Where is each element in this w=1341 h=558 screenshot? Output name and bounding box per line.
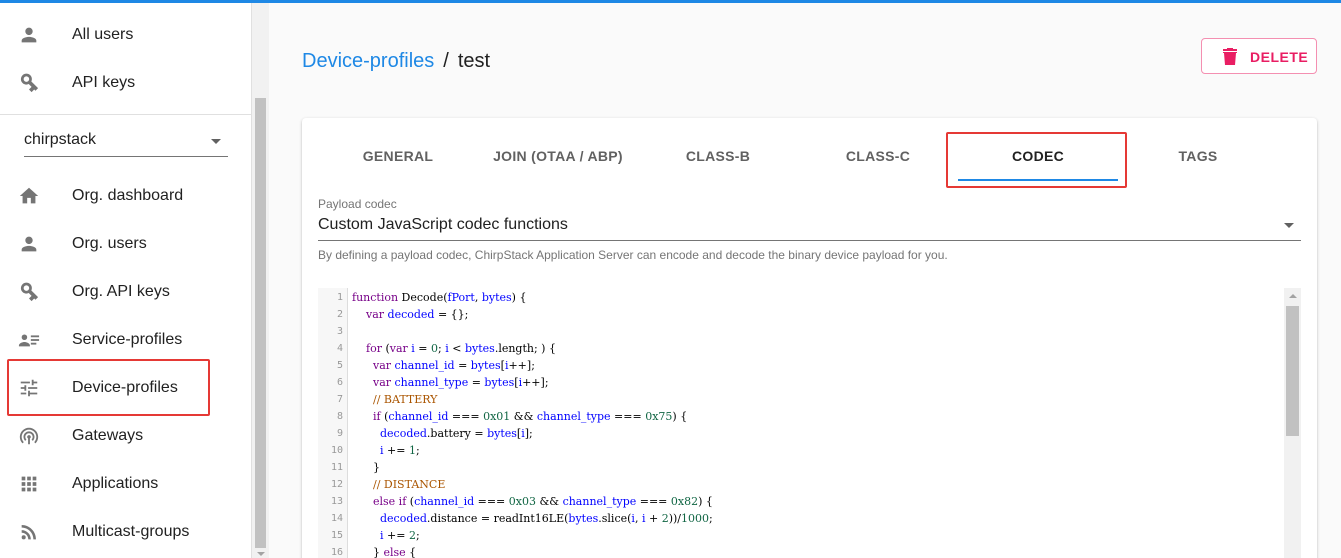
trash-icon (1222, 47, 1238, 65)
breadcrumb: Device-profiles / test (302, 50, 490, 73)
sidebar-item-label: Gateways (72, 427, 144, 444)
code-line[interactable]: function Decode(fPort, bytes) { (352, 291, 526, 304)
sidebar-item-label: Org. users (72, 235, 147, 252)
tab-class-b[interactable]: CLASS-B (638, 132, 798, 180)
active-tab-indicator (958, 179, 1118, 181)
code-line[interactable]: else if (channel_id === 0x03 && channel_… (352, 495, 713, 508)
payload-codec-value: Custom JavaScript codec functions (318, 216, 568, 233)
sidebar-item-label: Device-profiles (72, 379, 178, 396)
key-icon (18, 72, 40, 94)
editor-scrollbar-thumb[interactable] (1286, 306, 1299, 436)
tab-codec[interactable]: CODEC (958, 132, 1118, 180)
line-number: 10 (330, 445, 343, 456)
code-line[interactable]: decoded.battery = bytes[i]; (352, 427, 533, 440)
line-number: 4 (336, 343, 343, 354)
code-line[interactable]: // BATTERY (352, 393, 437, 406)
sidebar-item-gateways[interactable]: Gateways (0, 412, 251, 460)
sidebar-item-multicast-groups[interactable]: Multicast-groups (0, 508, 251, 556)
organization-select[interactable]: chirpstack (24, 125, 228, 157)
tune-icon (18, 377, 40, 399)
radio-tower-icon (18, 425, 40, 447)
line-number: 14 (330, 513, 343, 524)
person-icon (18, 24, 40, 46)
code-line[interactable]: var channel_id = bytes[i++]; (352, 359, 535, 372)
breadcrumb-separator: / (443, 50, 449, 72)
payload-codec-helper-text: By defining a payload codec, ChirpStack … (318, 248, 948, 262)
line-number-gutter: 1 2 3 4 5 6 7 8 9 10 11 12 13 14 15 16 (318, 288, 348, 558)
editor-scrollbar[interactable] (1284, 288, 1301, 558)
sidebar-item-label: Applications (72, 475, 159, 492)
sidebar-item-service-profiles[interactable]: Service-profiles (0, 316, 251, 364)
line-number: 3 (336, 326, 343, 337)
sidebar-item-applications[interactable]: Applications (0, 460, 251, 508)
sidebar-scrollbar-thumb[interactable] (255, 98, 266, 548)
line-number: 16 (330, 547, 343, 558)
scroll-up-arrow-icon[interactable] (1289, 294, 1297, 298)
breadcrumb-current: test (457, 50, 491, 72)
sidebar-item-all-users[interactable]: All users (0, 11, 251, 59)
payload-codec-label: Payload codec (318, 197, 397, 211)
chevron-down-icon (211, 139, 221, 144)
line-number: 5 (336, 360, 343, 371)
account-details-icon (18, 329, 40, 351)
sidebar: All users API keys chirpstack Org. dashb… (0, 3, 252, 558)
code-editor[interactable]: 1 2 3 4 5 6 7 8 9 10 11 12 13 14 15 16 function Decode(… (318, 288, 1301, 558)
line-number: 6 (336, 377, 343, 388)
code-line[interactable]: for (var i = 0; i < bytes.length; ) { (352, 342, 556, 355)
sidebar-scrollbar[interactable] (252, 3, 269, 558)
code-line[interactable]: var decoded = {}; (352, 308, 468, 321)
sidebar-item-org-users[interactable]: Org. users (0, 220, 251, 268)
code-line[interactable]: var channel_type = bytes[i++]; (352, 376, 549, 389)
sidebar-item-label: Service-profiles (72, 331, 183, 348)
line-number: 8 (336, 411, 343, 422)
sidebar-item-device-profiles[interactable]: Device-profiles (0, 364, 251, 412)
code-line[interactable]: } else { (352, 546, 416, 558)
code-line[interactable]: // DISTANCE (352, 478, 445, 491)
home-icon (18, 185, 40, 207)
sidebar-divider (0, 114, 251, 115)
sidebar-item-label: Org. API keys (72, 283, 170, 300)
tab-tags[interactable]: TAGS (1118, 132, 1278, 180)
line-number: 12 (330, 479, 343, 490)
code-line[interactable]: if (channel_id === 0x01 && channel_type … (352, 410, 687, 423)
sidebar-item-label: API keys (72, 74, 136, 91)
chevron-down-icon (1284, 223, 1294, 228)
sidebar-item-label: Multicast-groups (72, 523, 190, 540)
rss-icon (18, 521, 40, 543)
apps-grid-icon (18, 473, 40, 495)
sidebar-item-label: Org. dashboard (72, 187, 184, 204)
line-number: 15 (330, 530, 343, 541)
delete-button[interactable]: DELETE (1201, 38, 1317, 74)
line-number: 2 (336, 309, 343, 320)
code-line[interactable]: } (352, 461, 380, 474)
person-icon (18, 233, 40, 255)
payload-codec-select[interactable]: Custom JavaScript codec functions (318, 214, 1301, 241)
line-number: 9 (336, 428, 343, 439)
sidebar-item-org-api-keys[interactable]: Org. API keys (0, 268, 251, 316)
line-number: 7 (336, 394, 343, 405)
line-number: 11 (330, 462, 343, 473)
tab-class-c[interactable]: CLASS-C (798, 132, 958, 180)
tab-join[interactable]: JOIN (OTAA / ABP) (478, 132, 638, 180)
line-number: 13 (330, 496, 343, 507)
code-line[interactable]: decoded.distance = readInt16LE(bytes.sli… (352, 512, 713, 525)
delete-button-label: DELETE (1250, 49, 1309, 65)
key-icon (18, 281, 40, 303)
device-profile-card: GENERAL JOIN (OTAA / ABP) CLASS-B CLASS-… (302, 118, 1317, 558)
tab-general[interactable]: GENERAL (318, 132, 478, 180)
line-number: 1 (336, 292, 343, 303)
sidebar-item-label: All users (72, 26, 134, 43)
scroll-down-arrow-icon[interactable] (257, 552, 265, 556)
code-line[interactable]: i += 2; (352, 529, 420, 542)
breadcrumb-link-device-profiles[interactable]: Device-profiles (302, 50, 434, 73)
organization-select-value: chirpstack (24, 131, 97, 148)
sidebar-item-org-dashboard[interactable]: Org. dashboard (0, 172, 251, 220)
sidebar-item-api-keys[interactable]: API keys (0, 59, 251, 107)
code-line[interactable]: i += 1; (352, 444, 420, 457)
